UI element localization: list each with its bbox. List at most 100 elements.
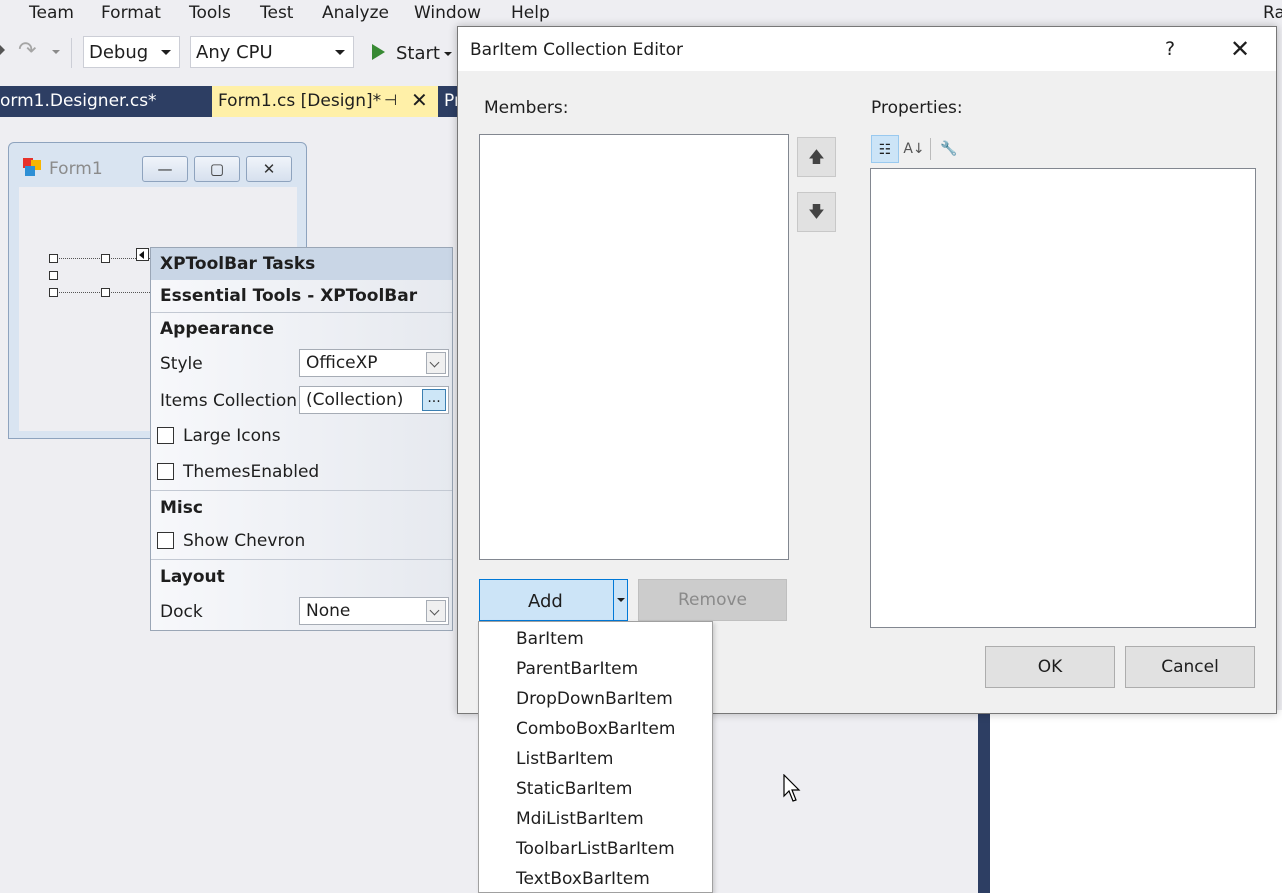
- tasks-header: XPToolBar Tasks: [151, 248, 452, 280]
- mouse-cursor-icon: [783, 774, 801, 802]
- maximize-button[interactable]: ▢: [194, 156, 240, 182]
- style-value: OfficeXP: [306, 353, 378, 373]
- dialog-close-button[interactable]: ✕: [1230, 35, 1250, 63]
- menu-item-mdilistbaritem[interactable]: MdiListBarItem: [516, 809, 644, 829]
- menu-item-dropdownbaritem[interactable]: DropDownBarItem: [516, 689, 673, 709]
- divider: [151, 490, 452, 491]
- add-button[interactable]: Add: [479, 579, 628, 621]
- menu-item-parentbaritem[interactable]: ParentBarItem: [516, 659, 638, 679]
- items-collection-field[interactable]: (Collection) ...: [299, 386, 449, 414]
- tasks-header-title: XPToolBar Tasks: [160, 254, 316, 274]
- dialog-title-bar[interactable]: BarItem Collection Editor ? ✕: [458, 27, 1276, 71]
- show-chevron-checkbox[interactable]: [157, 532, 174, 549]
- menu-item-textboxbaritem[interactable]: TextBoxBarItem: [516, 869, 650, 889]
- menu-test[interactable]: Test: [260, 3, 293, 23]
- play-icon: [372, 44, 385, 60]
- chevron-down-icon[interactable]: [426, 600, 446, 622]
- menu-item-toolbarlistbaritem[interactable]: ToolbarListBarItem: [516, 839, 675, 859]
- style-combo[interactable]: OfficeXP: [299, 349, 449, 377]
- menu-item-baritem[interactable]: BarItem: [516, 629, 584, 649]
- chevron-down-icon[interactable]: [444, 52, 452, 56]
- chevron-down-icon[interactable]: [617, 598, 625, 602]
- xptoolbar-tasks-panel: XPToolBar Tasks Essential Tools - XPTool…: [150, 247, 453, 631]
- chevron-left-icon: [139, 251, 144, 259]
- chevron-down-icon: [161, 50, 171, 55]
- members-list[interactable]: [479, 134, 789, 560]
- large-icons-label[interactable]: Large Icons: [183, 426, 281, 446]
- dock-label: Dock: [160, 602, 203, 622]
- split-divider: [613, 580, 614, 620]
- start-label: Start: [396, 43, 440, 64]
- remove-button[interactable]: Remove: [638, 579, 787, 621]
- arrow-up-icon: 🡅: [808, 147, 825, 166]
- menu-item-listbaritem[interactable]: ListBarItem: [516, 749, 613, 769]
- start-button[interactable]: Start: [368, 42, 458, 66]
- cancel-button[interactable]: Cancel: [1125, 646, 1255, 688]
- pin-icon[interactable]: ⊣: [384, 91, 397, 109]
- solution-config-value: Debug: [89, 42, 149, 63]
- solution-config-combo[interactable]: Debug: [83, 36, 180, 68]
- account-name[interactable]: Ra: [1263, 3, 1282, 23]
- toolbar-separator: [71, 38, 72, 68]
- properties-label: Properties:: [871, 98, 963, 118]
- menu-tools[interactable]: Tools: [189, 3, 231, 23]
- close-button[interactable]: ✕: [246, 156, 292, 182]
- menu-item-staticbaritem[interactable]: StaticBarItem: [516, 779, 632, 799]
- menu-analyze[interactable]: Analyze: [322, 3, 389, 23]
- resize-handle[interactable]: [101, 288, 110, 297]
- members-label: Members:: [484, 98, 569, 118]
- misc-section-title: Misc: [160, 498, 203, 518]
- window-border: [978, 710, 990, 893]
- resize-handle[interactable]: [101, 254, 110, 263]
- categorized-icon[interactable]: ☷: [871, 135, 899, 163]
- add-dropdown-menu: BarItem ParentBarItem DropDownBarItem Co…: [478, 621, 713, 893]
- items-collection-ellipsis-button[interactable]: ...: [422, 389, 446, 411]
- property-grid[interactable]: [870, 168, 1256, 628]
- divider: [151, 559, 452, 560]
- themes-enabled-checkbox[interactable]: [157, 463, 174, 480]
- toolbar-arrow-icon[interactable]: [0, 45, 5, 55]
- move-down-button[interactable]: 🡇: [797, 192, 836, 232]
- close-icon[interactable]: ✕: [411, 88, 428, 112]
- platform-combo[interactable]: Any CPU: [190, 36, 354, 68]
- themes-enabled-label[interactable]: ThemesEnabled: [183, 462, 319, 482]
- redo-icon[interactable]: ↷: [18, 38, 36, 63]
- appearance-section-title: Appearance: [160, 319, 275, 339]
- menu-bar: Team Format Tools Test Analyze Window He…: [0, 0, 1282, 28]
- large-icons-checkbox[interactable]: [157, 427, 174, 444]
- arrow-down-icon: 🡇: [808, 202, 825, 221]
- form1-title: Form1: [49, 159, 103, 179]
- form-icon: [23, 158, 41, 176]
- help-button[interactable]: ?: [1165, 38, 1175, 60]
- move-up-button[interactable]: 🡅: [797, 137, 836, 177]
- dock-combo[interactable]: None: [299, 597, 449, 625]
- toolbar-separator: [930, 138, 931, 160]
- style-label: Style: [160, 354, 203, 374]
- property-pages-icon[interactable]: 🔧: [935, 135, 963, 163]
- resize-handle[interactable]: [49, 254, 58, 263]
- chevron-down-icon[interactable]: [426, 352, 446, 374]
- tab-label: Form1.cs [Design]*: [218, 91, 382, 111]
- items-collection-label: Items Collection: [160, 391, 298, 411]
- tab-form1-design[interactable]: Form1.cs [Design]* ⊣ ✕: [212, 86, 438, 117]
- platform-value: Any CPU: [196, 42, 273, 63]
- tab-form1-designer-cs[interactable]: orm1.Designer.cs*: [0, 86, 212, 117]
- ok-button[interactable]: OK: [985, 646, 1115, 688]
- resize-handle[interactable]: [49, 288, 58, 297]
- side-panel: [990, 710, 1282, 893]
- baritem-collection-editor-dialog: BarItem Collection Editor ? ✕ Members: 🡅…: [457, 26, 1277, 714]
- menu-team[interactable]: Team: [29, 3, 74, 23]
- minimize-button[interactable]: —: [142, 156, 188, 182]
- dialog-title: BarItem Collection Editor: [470, 40, 683, 60]
- menu-format[interactable]: Format: [101, 3, 161, 23]
- smart-tag-button[interactable]: [136, 248, 149, 261]
- properties-toolbar: ☷ A↓ 🔧: [871, 135, 991, 165]
- redo-dropdown-icon[interactable]: [52, 50, 60, 54]
- resize-handle[interactable]: [49, 271, 58, 280]
- menu-help[interactable]: Help: [511, 3, 550, 23]
- show-chevron-label[interactable]: Show Chevron: [183, 531, 305, 551]
- layout-section-title: Layout: [160, 567, 225, 587]
- menu-item-comboboxbaritem[interactable]: ComboBoxBarItem: [516, 719, 675, 739]
- menu-window[interactable]: Window: [414, 3, 481, 23]
- sort-alphabetical-icon[interactable]: A↓: [900, 135, 928, 163]
